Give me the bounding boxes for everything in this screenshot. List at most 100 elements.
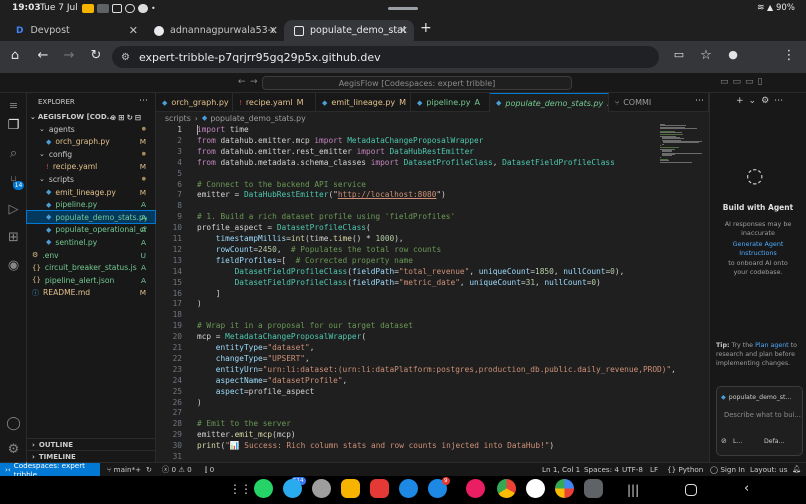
keyboard-layout[interactable]: Layout: us <box>750 465 787 474</box>
code-line[interactable]: from datahub.metadata.schema_classes imp… <box>197 158 615 167</box>
chat-header-icons[interactable]: +⌄⚙⋯ <box>736 96 788 106</box>
tree-file[interactable]: {} circuit_breaker_status.json A <box>27 262 155 274</box>
grid-app-icon[interactable] <box>584 479 603 498</box>
github-icon[interactable]: ◉ <box>5 257 22 274</box>
editor-tab[interactable]: ⑂ COMMI <box>609 93 709 112</box>
code-line[interactable]: ] <box>197 289 221 298</box>
bookmark-star-icon[interactable]: ☆ <box>697 48 715 63</box>
account-icon[interactable]: ◯ <box>5 415 22 432</box>
minimap[interactable] <box>660 124 704 164</box>
whatsapp-icon[interactable] <box>254 479 273 498</box>
indentation[interactable]: Spaces: 4 <box>584 465 619 474</box>
site-info-icon[interactable]: ⚙ <box>121 52 130 63</box>
code-line[interactable]: # Wrap it in a proposal for our target d… <box>197 321 413 330</box>
tree-file[interactable]: ◆ orch_graph.py M <box>27 136 155 148</box>
cursor-position[interactable]: Ln 1, Col 1 <box>542 465 580 474</box>
new-tab-button[interactable]: + <box>420 20 432 36</box>
more-actions-icon[interactable]: ⋯ <box>139 96 148 106</box>
editor-tab[interactable]: ◆populate_demo_stats.pyA✕ <box>490 93 609 112</box>
code-line[interactable]: ) <box>197 398 202 407</box>
layout-icons[interactable]: ▭▭▭▯ <box>720 77 766 87</box>
tree-file[interactable]: ! recipe.yaml M <box>27 161 155 173</box>
nav-back-icon[interactable]: ← <box>238 77 246 87</box>
branch-indicator[interactable]: ⑂ main*+ <box>107 465 141 474</box>
close-icon[interactable]: ✕ <box>269 24 278 37</box>
editor-tab[interactable]: ◆ pipeline.py A <box>411 93 490 112</box>
files-app-icon[interactable] <box>341 479 360 498</box>
code-line[interactable]: # Connect to the backend API service <box>197 180 366 189</box>
red-app-icon[interactable] <box>370 479 389 498</box>
back-button[interactable]: ‹ <box>744 481 749 496</box>
command-center-label[interactable]: AegisFlow [Codespaces: expert tribble] <box>339 79 496 88</box>
command-center[interactable]: AegisFlow [Codespaces: expert tribble] <box>262 76 572 90</box>
settings-app-icon[interactable] <box>312 479 331 498</box>
code-line[interactable]: # Emit to the server <box>197 419 291 428</box>
url-text[interactable]: expert-tribble-p7qrjrr95gq29p5x.github.d… <box>139 51 381 64</box>
code-line[interactable]: profile_aspect = DatasetProfileClass( <box>197 223 371 232</box>
code-line[interactable]: emitter.emit_mcp(mcp) <box>197 430 296 439</box>
code-line[interactable]: DatasetFieldProfileClass(fieldPath="tota… <box>197 267 625 276</box>
agent-picker[interactable]: L... <box>733 438 742 445</box>
code-line[interactable]: entityType="dataset", <box>197 343 315 352</box>
encoding[interactable]: UTF-8 <box>622 465 643 474</box>
code-line[interactable]: # 1. Build a rich dataset profile using … <box>197 212 455 221</box>
chat-input-placeholder[interactable]: Describe what to bui... <box>724 411 801 419</box>
code-line[interactable]: import time <box>197 125 249 134</box>
plan-agent-link[interactable]: Plan agent <box>755 342 789 349</box>
extensions-icon[interactable]: ⊞ <box>5 229 22 246</box>
editor-tab[interactable]: ◆ emit_lineage.py M <box>316 93 411 112</box>
home-button[interactable] <box>685 484 697 496</box>
code-line[interactable]: DatasetFieldProfileClass(fieldPath="metr… <box>197 278 601 287</box>
code-line[interactable]: from datahub.emitter.mcp import Metadata… <box>197 136 483 145</box>
forward-icon[interactable]: → <box>60 48 78 63</box>
reload-icon[interactable]: ↻ <box>87 48 105 63</box>
browser-tab-github[interactable]: adnannagpurwala53-oss/A ✕ <box>144 20 284 41</box>
gallery-app-icon[interactable] <box>466 479 485 498</box>
explorer-icon[interactable]: ❐ <box>5 117 22 134</box>
remote-indicator[interactable]: ›‹ Codespaces: expert tribble <box>0 461 100 479</box>
cast-icon[interactable]: ▭ <box>670 48 688 61</box>
search-icon[interactable]: ⌕ <box>5 145 22 162</box>
code-line[interactable]: timestampMillis=int(time.time() * 1000), <box>197 234 404 243</box>
code-line[interactable]: fieldProfiles=[ # Corrected property nam… <box>197 256 413 265</box>
nav-forward-icon[interactable]: → <box>250 77 258 87</box>
generate-instructions-link[interactable]: Generate Agent Instructions <box>722 240 794 258</box>
editor-tab[interactable]: ◆orch_graph.pyM <box>156 93 233 112</box>
tree-file[interactable]: ◆ emit_lineage.py M <box>27 186 155 198</box>
language-mode[interactable]: {} Python <box>667 465 703 474</box>
breadcrumb-file[interactable]: populate_demo_stats.py <box>210 114 305 123</box>
code-line[interactable]: from datahub.emitter.rest_emitter import… <box>197 147 474 156</box>
browser-tab-active[interactable]: populate_demo_stats.py - ✕ <box>284 20 414 41</box>
tree-folder[interactable]: ⌄ config ● <box>27 148 155 160</box>
code-line[interactable]: mcp = MetadataChangeProposalWrapper( <box>197 332 366 341</box>
chat-input-box[interactable]: ◆ populate_demo_st... Describe what to bu… <box>716 386 803 456</box>
code-line[interactable]: aspect=profile_aspect <box>197 387 315 396</box>
mic-icon[interactable]: ● <box>724 48 742 61</box>
photos-app-icon[interactable] <box>555 479 574 498</box>
menu-icon[interactable]: ≡ <box>5 97 22 114</box>
tree-file[interactable]: {} pipeline_alert.json A <box>27 274 155 286</box>
telegram-icon[interactable] <box>283 479 302 498</box>
more-actions-icon[interactable]: ⋯ <box>695 96 704 106</box>
tree-file[interactable]: ◆ populate_demo_stats.py A <box>26 210 156 225</box>
ports-indicator[interactable]: ⫿ 0 <box>205 465 214 475</box>
code-line[interactable]: print("📊 Success: Rich column stats and … <box>197 441 554 450</box>
settings-gear-icon[interactable]: ⚙ <box>5 441 22 458</box>
drag-handle[interactable] <box>388 7 418 10</box>
home-icon[interactable]: ⌂ <box>6 48 24 63</box>
editor-tab[interactable]: ! recipe.yaml M <box>233 93 316 112</box>
recents-button[interactable]: ||| <box>627 483 639 497</box>
address-bar[interactable]: ⚙ expert-tribble-p7qrjrr95gq29p5x.github… <box>112 46 659 68</box>
nav-app-icon[interactable] <box>526 479 545 498</box>
browser-tab-devpost[interactable]: D Devpost ✕ <box>6 20 144 41</box>
tree-file[interactable]: ⚙ .env U <box>27 249 155 261</box>
eol[interactable]: LF <box>650 465 658 474</box>
code-line[interactable]: emitter = DataHubRestEmitter("http://loc… <box>197 190 446 199</box>
model-picker[interactable]: Defa... <box>764 438 784 445</box>
close-icon[interactable]: ✕ <box>129 24 138 37</box>
code-line[interactable]: ) <box>197 299 202 308</box>
tree-file[interactable]: ◆ pipeline.py A <box>27 199 155 211</box>
code-line[interactable]: entityUrn="urn:li:dataset:(urn:li:dataPl… <box>197 365 676 374</box>
code-editor[interactable]: 1 import time 2 from datahub.emitter.mcp im… <box>156 124 709 462</box>
tree-folder[interactable]: ⌄ scripts ● <box>27 173 155 185</box>
